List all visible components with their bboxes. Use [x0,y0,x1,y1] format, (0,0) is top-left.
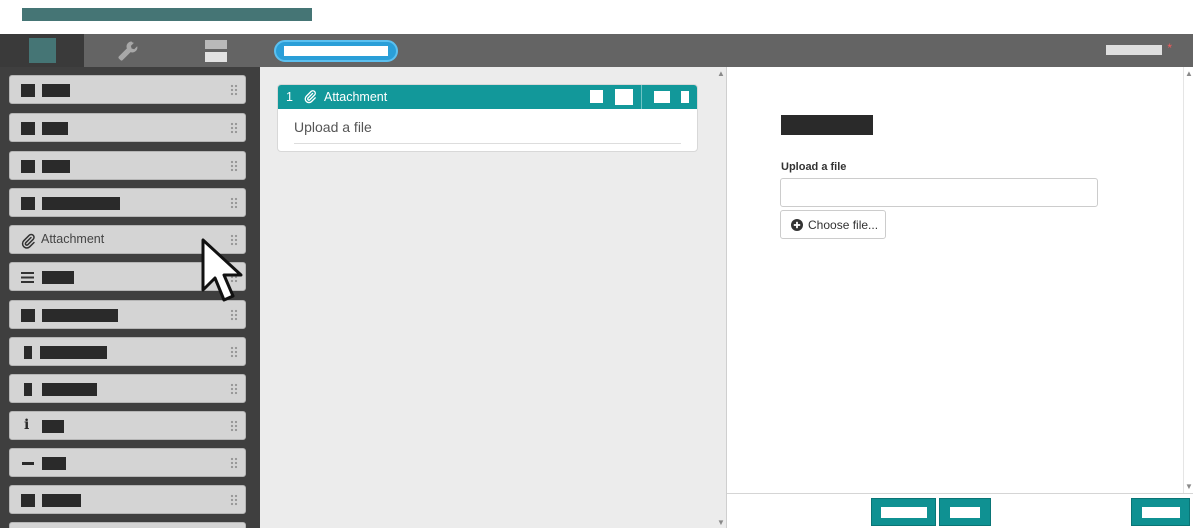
drag-handle-icon[interactable] [230,84,238,96]
bar-icon [24,383,32,396]
palette-item[interactable] [9,448,246,477]
field-title: Attachment [324,90,388,104]
paperclip-icon [21,233,35,249]
drag-handle-icon[interactable] [230,234,238,246]
palette-item[interactable] [9,75,246,104]
redacted-icon [21,309,35,322]
wrench-icon [118,41,138,60]
redacted-label [42,160,70,173]
palette-item[interactable]: i [9,411,246,440]
field-action-button[interactable] [615,89,633,105]
palette-item[interactable] [9,337,246,366]
redacted-label [42,457,66,470]
form-builder-app: * Attachment i ▲ ▼ 1 Attachment Upload a… [0,0,1193,528]
drag-handle-icon[interactable] [230,346,238,358]
tab-form[interactable] [174,34,258,67]
scroll-up-icon[interactable]: ▲ [717,69,725,78]
paperclip-icon [304,90,316,104]
drag-handle-icon[interactable] [230,160,238,172]
form-canvas[interactable]: ▲ ▼ 1 Attachment Upload a file [260,67,727,528]
redacted-label [42,122,68,135]
properties-panel: Upload a file Choose file... ▲ ▼ [727,67,1193,493]
drag-handle-icon[interactable] [230,271,238,283]
drag-handle-icon[interactable] [230,457,238,469]
drag-handle-icon[interactable] [230,383,238,395]
header-divider [641,85,642,109]
redacted-icon [21,84,35,97]
bar-icon [24,346,32,359]
redacted-form-name-pill[interactable] [274,40,398,62]
upload-file-input[interactable] [780,178,1098,207]
palette-item[interactable] [9,188,246,217]
redacted-label [42,309,118,322]
lines-icon [21,272,34,283]
dash-icon [22,462,34,465]
drag-handle-icon[interactable] [230,122,238,134]
square-tab-icon [28,38,56,63]
palette-item[interactable] [9,522,246,528]
properties-scrollbar[interactable]: ▲ ▼ [1183,67,1193,493]
redacted-icon [21,122,35,135]
redacted-page-title [22,8,312,21]
scroll-down-icon[interactable]: ▼ [717,518,725,527]
redacted-label [42,271,74,284]
choose-file-label: Choose file... [808,217,879,232]
redacted-label [42,383,97,396]
scroll-up-icon[interactable]: ▲ [1185,69,1193,78]
field-action-button[interactable] [654,91,670,103]
choose-file-button[interactable]: Choose file... [780,210,886,239]
palette-item-attachment[interactable]: Attachment [9,225,246,254]
palette-item[interactable] [9,262,246,291]
redacted-user-name[interactable] [1106,45,1162,55]
palette-item[interactable] [9,374,246,403]
palette-item[interactable] [9,151,246,180]
field-card-attachment[interactable]: 1 Attachment Upload a file [277,84,698,152]
field-card-header[interactable]: 1 Attachment [278,85,697,109]
palette-item[interactable] [9,485,246,514]
field-body-text: Upload a file [294,119,372,135]
drag-handle-icon[interactable] [230,309,238,321]
plus-circle-icon [791,218,803,231]
tab-settings[interactable] [86,34,170,67]
redacted-properties-heading [781,115,873,135]
palette-item[interactable] [9,113,246,142]
redacted-label [42,197,120,210]
field-number: 1 [286,90,293,104]
field-action-button[interactable] [590,90,603,103]
redacted-icon [21,197,35,210]
redacted-action-button[interactable] [1131,498,1190,526]
tab-fields[interactable] [0,34,84,67]
redacted-label [42,494,81,507]
info-icon: i [24,417,30,433]
palette-item[interactable] [9,300,246,329]
scroll-down-icon[interactable]: ▼ [1185,482,1193,491]
form-icon [205,39,227,62]
top-header [0,0,1193,34]
drag-handle-icon[interactable] [230,494,238,506]
redacted-label [40,346,107,359]
field-palette: Attachment i [0,67,260,528]
redacted-icon [21,494,35,507]
palette-item-label: Attachment [41,232,105,246]
drag-handle-icon[interactable] [230,197,238,209]
field-underline [294,143,681,144]
redacted-icon [21,160,35,173]
field-action-button[interactable] [681,91,689,103]
main-toolbar: * [0,34,1193,67]
required-marker: * [1167,41,1172,55]
drag-handle-icon[interactable] [230,420,238,432]
redacted-action-button[interactable] [871,498,936,526]
upload-label: Upload a file [781,161,847,173]
redacted-label [42,84,70,97]
redacted-label [42,420,64,433]
bottom-action-bar [727,493,1193,528]
redacted-action-button[interactable] [939,498,991,526]
